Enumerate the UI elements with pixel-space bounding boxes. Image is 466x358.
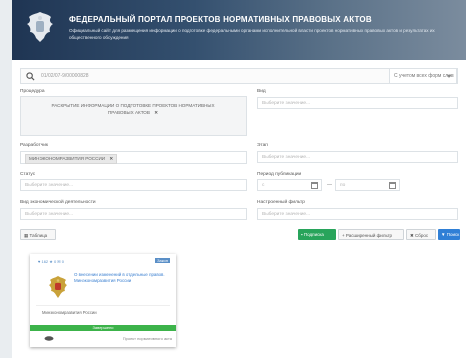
- card-title-link[interactable]: О внесении изменений в отдельные правов.…: [74, 272, 170, 284]
- stage-placeholder: Выберите значение...: [262, 155, 311, 160]
- card-footer-text: Проект нормативного акта: [122, 336, 172, 341]
- search-icon[interactable]: [26, 72, 35, 81]
- card-kind-badge: Закон: [155, 258, 170, 263]
- period-to-input[interactable]: по: [335, 179, 400, 191]
- procedure-tag: РАСКРЫТИЕ ИНФОРМАЦИИ О ПОДГОТОВКЕ ПРОЕКТ…: [39, 101, 227, 119]
- period-to-placeholder: по: [340, 183, 346, 188]
- custom-filter-select[interactable]: Выберите значение...: [257, 208, 458, 220]
- remove-developer-icon[interactable]: ✕: [109, 156, 113, 161]
- status-placeholder: Выберите значение...: [25, 183, 74, 188]
- stage-label: Этап: [257, 143, 268, 148]
- subscribe-icon: ▪: [301, 232, 303, 237]
- developer-label: Разработчик: [20, 143, 48, 148]
- word-form-select[interactable]: С учетом всех форм слов: [389, 68, 457, 84]
- status-label: Статус: [20, 172, 36, 177]
- remove-procedure-icon[interactable]: ✕: [154, 110, 158, 115]
- developer-tag: МИНЭКОНОМРАЗВИТИЯ РОССИИ ✕: [25, 154, 118, 164]
- subscribe-button[interactable]: ▪ Подписка: [298, 229, 336, 240]
- reset-label: Сброс: [415, 233, 429, 238]
- developer-select[interactable]: МИНЭКОНОМРАЗВИТИЯ РОССИИ ✕: [20, 151, 247, 164]
- custom-filter-label: Настроенный фильтр: [257, 200, 305, 205]
- search-input[interactable]: 01/02/07-9/00000828: [41, 73, 89, 79]
- eye-icon: [44, 336, 54, 341]
- procedure-select[interactable]: РАСКРЫТИЕ ИНФОРМАЦИИ О ПОДГОТОВКЕ ПРОЕКТ…: [20, 96, 247, 136]
- card-stats: ♥ 162 ★ 0 ✉ 0: [38, 259, 64, 264]
- period-from-placeholder: с: [262, 183, 265, 188]
- period-dash: —: [327, 182, 332, 188]
- extended-filter-label: Расширенный фильтр: [345, 233, 393, 238]
- plus-icon: +: [342, 233, 345, 238]
- portal-title: ФЕДЕРАЛЬНЫЙ ПОРТАЛ ПРОЕКТОВ НОРМАТИВНЫХ …: [69, 15, 372, 24]
- calendar-icon[interactable]: [311, 182, 318, 189]
- status-select[interactable]: Выберите значение...: [20, 179, 247, 191]
- card-status-bar: Завершено: [30, 325, 176, 331]
- chevron-down-icon: [447, 75, 451, 78]
- custom-filter-placeholder: Выберите значение...: [262, 212, 311, 217]
- procedure-label: Процедура: [20, 89, 45, 94]
- reset-button[interactable]: ✖ Сброс: [406, 229, 436, 240]
- table-icon: ▦: [24, 233, 29, 238]
- procedure-tag-label: РАСКРЫТИЕ ИНФОРМАЦИИ О ПОДГОТОВКЕ ПРОЕКТ…: [51, 103, 215, 115]
- coat-of-arms-icon: [49, 276, 67, 298]
- card-divider: [36, 305, 170, 306]
- table-view-label: Таблица: [29, 233, 48, 238]
- calendar-icon[interactable]: [389, 182, 396, 189]
- card-developer: Минэкономразвития России: [42, 310, 97, 315]
- portal-subtitle: Официальный сайт для размещения информац…: [69, 28, 435, 40]
- search-button-label: Поиск: [446, 232, 460, 237]
- subscribe-label: Подписка: [303, 232, 324, 237]
- word-form-select-value: С учетом всех форм слов: [394, 73, 454, 79]
- developer-tag-label: МИНЭКОНОМРАЗВИТИЯ РОССИИ: [29, 156, 106, 161]
- search-button[interactable]: ▼ Поиск: [438, 229, 460, 240]
- period-label: Период публикации: [257, 172, 302, 177]
- kind-label: Вид: [257, 89, 266, 94]
- search-bar: 01/02/07-9/00000828 С учетом всех форм с…: [20, 68, 458, 84]
- site-header: ФЕДЕРАЛЬНЫЙ ПОРТАЛ ПРОЕКТОВ НОРМАТИВНЫХ …: [12, 0, 466, 60]
- project-card[interactable]: ♥ 162 ★ 0 ✉ 0 Закон О внесении изменений…: [30, 254, 176, 347]
- coat-of-arms-icon: [27, 12, 53, 42]
- kind-select[interactable]: Выберите значение...: [257, 97, 458, 109]
- economic-activity-placeholder: Выберите значение...: [25, 212, 74, 217]
- economic-activity-label: Вид экономической деятельности: [20, 200, 96, 205]
- period-from-input[interactable]: с: [257, 179, 322, 191]
- economic-activity-select[interactable]: Выберите значение...: [20, 208, 247, 220]
- close-icon: ✖: [410, 233, 414, 238]
- extended-filter-button[interactable]: + Расширенный фильтр: [338, 229, 404, 240]
- page: ФЕДЕРАЛЬНЫЙ ПОРТАЛ ПРОЕКТОВ НОРМАТИВНЫХ …: [12, 0, 466, 358]
- table-view-button[interactable]: ▦ Таблица: [20, 229, 56, 240]
- kind-placeholder: Выберите значение...: [262, 101, 311, 106]
- stage-select[interactable]: Выберите значение...: [257, 151, 458, 163]
- filter-icon: ▼: [441, 232, 446, 237]
